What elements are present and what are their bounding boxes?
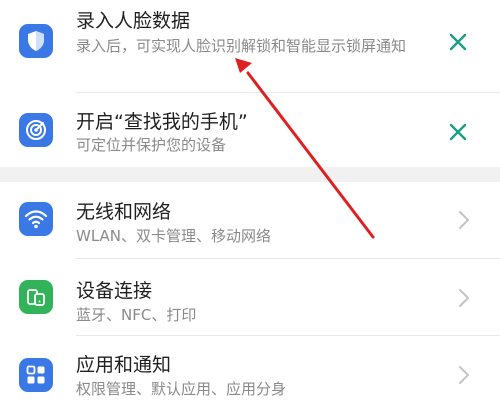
settings-item-wireless-network[interactable]: 无线和网络 WLAN、双卡管理、移动网络: [0, 182, 500, 258]
settings-item-device-connection[interactable]: 设备连接 蓝牙、NFC、打印: [0, 259, 500, 335]
notice-title: 录入人脸数据: [76, 10, 191, 32]
section-gap: [0, 167, 500, 182]
device-connection-icon: [19, 280, 53, 314]
settings-item-title: 应用和通知: [76, 354, 172, 376]
close-icon[interactable]: [446, 30, 470, 54]
settings-item-title: 无线和网络: [76, 201, 172, 223]
face-data-notice[interactable]: 录入人脸数据 录入后，可实现人脸识别解锁和智能显示锁屏通知: [0, 0, 500, 92]
settings-item-subtitle: WLAN、双卡管理、移动网络: [76, 227, 272, 245]
settings-item-subtitle: 蓝牙、NFC、打印: [76, 306, 197, 324]
chevron-right-icon: [459, 366, 469, 384]
close-icon[interactable]: [446, 120, 470, 144]
wifi-icon: [19, 202, 53, 236]
chevron-right-icon: [459, 211, 469, 229]
radar-icon: [19, 113, 53, 147]
settings-item-apps-notifications[interactable]: 应用和通知 权限管理、默认应用、应用分身: [0, 336, 500, 400]
notice-subtitle: 可定位并保护您的设备: [76, 136, 227, 154]
chevron-right-icon: [459, 289, 469, 307]
notice-title: 开启“查找我的手机”: [76, 111, 248, 133]
face-shield-icon: [19, 24, 53, 58]
apps-grid-icon: [19, 358, 53, 392]
settings-item-subtitle: 权限管理、默认应用、应用分身: [76, 380, 287, 398]
notice-subtitle: 录入后，可实现人脸识别解锁和智能显示锁屏通知: [76, 37, 407, 55]
settings-item-title: 设备连接: [76, 280, 153, 302]
find-my-phone-notice[interactable]: 开启“查找我的手机” 可定位并保护您的设备: [0, 93, 500, 165]
